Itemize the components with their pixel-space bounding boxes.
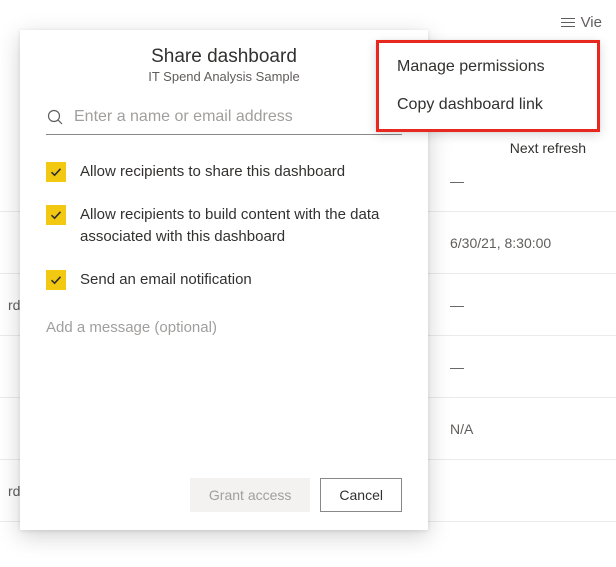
more-options-menu: Manage permissions Copy dashboard link [376,40,600,132]
copy-dashboard-link-item[interactable]: Copy dashboard link [379,87,597,123]
cancel-button[interactable]: Cancel [320,478,402,512]
grant-access-button[interactable]: Grant access [190,478,310,512]
allow-share-label: Allow recipients to share this dashboard [80,161,345,184]
send-email-label: Send an email notification [80,269,252,292]
allow-build-checkbox[interactable] [46,205,66,225]
share-dashboard-dialog: Share dashboard IT Spend Analysis Sample… [20,30,428,530]
allow-build-label: Allow recipients to build content with t… [80,204,402,249]
manage-permissions-item[interactable]: Manage permissions [379,49,597,85]
send-email-checkbox[interactable] [46,270,66,290]
dialog-title: Share dashboard [46,46,402,68]
search-icon [46,108,64,126]
allow-share-checkbox[interactable] [46,162,66,182]
recipient-input[interactable] [74,108,402,126]
dialog-subtitle: IT Spend Analysis Sample [46,69,402,84]
message-input[interactable] [46,319,402,353]
